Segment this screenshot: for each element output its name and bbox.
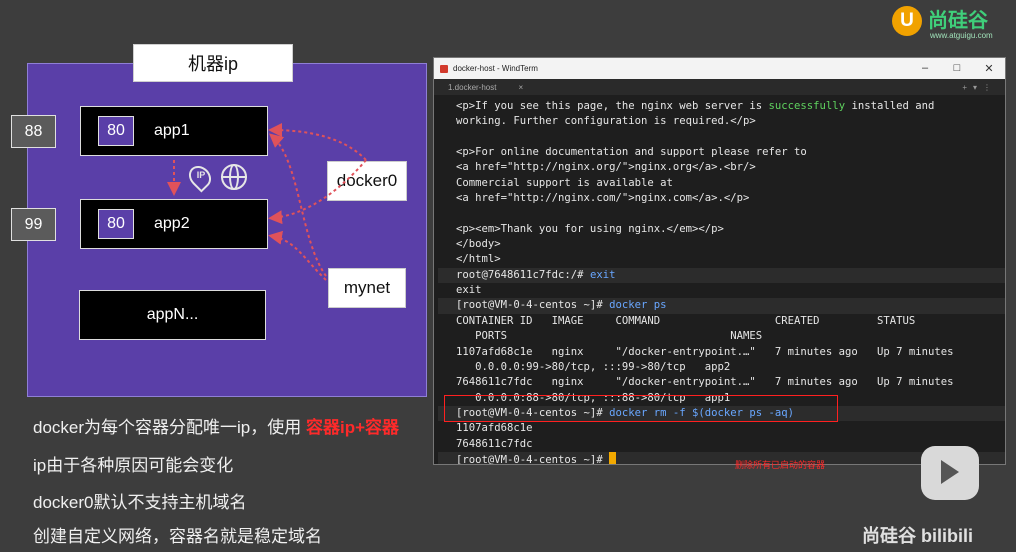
tab-tools-icon[interactable]: +▾⋮: [962, 83, 997, 92]
bullet-custom-network: 创建自定义网络，容器名就是稳定域名: [33, 527, 322, 546]
host-port-99: 99: [11, 208, 56, 241]
terminal-line: 7648611c7fdc: [456, 437, 533, 450]
watermark: 尚硅谷 bilibili: [862, 526, 973, 546]
ip-badge-text: IP: [196, 170, 206, 180]
terminal-line: root@7648611c7fdc:/# exit: [438, 267, 1005, 284]
windterm-app-icon: [440, 64, 448, 73]
window-title: docker-host - WindTerm: [453, 64, 538, 73]
terminal-line: 1107afd68c1e: [456, 422, 533, 435]
logo-url: www.atguigu.com: [930, 31, 993, 40]
terminal-line: 7648611c7fdc nginx "/docker-entrypoint.……: [456, 376, 954, 389]
tab-docker-host[interactable]: 1.docker-host ×: [448, 83, 533, 92]
terminal-line: PORTS NAMES: [456, 330, 763, 343]
globe-icon: [221, 164, 247, 190]
bullet-highlight: 容器ip+容器: [305, 418, 400, 437]
terminal-line: [root@VM-0-4-centos ~]#: [438, 451, 1005, 464]
tab-bar: 1.docker-host × +▾⋮: [434, 79, 1005, 95]
minimize-icon[interactable]: –: [909, 62, 941, 75]
terminal-line: <a href="http://nginx.com/">nginx.com</a…: [456, 192, 750, 205]
app1-label: app1: [154, 122, 190, 139]
bullet-ip-changes: ip由于各种原因可能会变化: [33, 456, 234, 475]
terminal-cursor: [609, 451, 617, 464]
maximize-icon[interactable]: □: [941, 62, 973, 75]
terminal-line: 0.0.0.0:99->80/tcp, :::99->80/tcp app2: [456, 360, 731, 373]
logo-text: 尚硅谷: [928, 10, 988, 32]
close-icon[interactable]: ✕: [973, 62, 1005, 75]
terminal-line: <a href="http://nginx.org/">nginx.org</a…: [456, 161, 756, 174]
terminal-line: working. Further configuration is requir…: [456, 115, 756, 128]
logo-mark: U: [892, 6, 922, 36]
terminal-line: [root@VM-0-4-centos ~]# docker ps: [438, 298, 1005, 314]
container-port: 80: [98, 116, 134, 146]
bullet-text: docker为每个容器分配唯一ip，使用: [33, 418, 306, 437]
tab-close-icon[interactable]: ×: [518, 83, 523, 92]
terminal-line: <p>If you see this page, the nginx web s…: [456, 100, 935, 112]
command-highlight-box: [444, 395, 838, 422]
network-mynet: mynet: [328, 268, 406, 308]
terminal-line: Commercial support is available at: [456, 176, 673, 189]
terminal-line: </body>: [456, 238, 501, 251]
bilibili-play-icon[interactable]: [921, 446, 979, 500]
terminal-line: <p><em>Thank you for using nginx.</em></…: [456, 222, 724, 235]
machine-title: 机器ip: [133, 44, 293, 82]
app2-container: 80 app2: [80, 199, 268, 249]
app2-label: app2: [154, 215, 190, 232]
appn-container: appN...: [79, 290, 266, 340]
app1-container: 80 app1: [80, 106, 268, 156]
terminal-line: </html>: [456, 253, 501, 266]
network-docker0: docker0: [327, 161, 407, 201]
bullet-docker0-dns: docker0默认不支持主机域名: [33, 493, 247, 512]
annotation-remove-all: 删除所有已启动的容器: [735, 460, 826, 470]
bullet-unique-ip: docker为每个容器分配唯一ip，使用 容器ip+容器: [33, 413, 399, 438]
window-titlebar[interactable]: docker-host - WindTerm – □ ✕: [434, 58, 1005, 79]
tab-label: 1.docker-host: [448, 82, 497, 92]
container-port: 80: [98, 209, 134, 239]
host-port-88: 88: [11, 115, 56, 148]
terminal-line: 1107afd68c1e nginx "/docker-entrypoint.……: [456, 345, 954, 358]
terminal-line: CONTAINER ID IMAGE COMMAND CREATED STATU…: [456, 314, 916, 327]
terminal-line: exit: [456, 284, 482, 297]
terminal-line: <p>For online documentation and support …: [456, 146, 807, 159]
